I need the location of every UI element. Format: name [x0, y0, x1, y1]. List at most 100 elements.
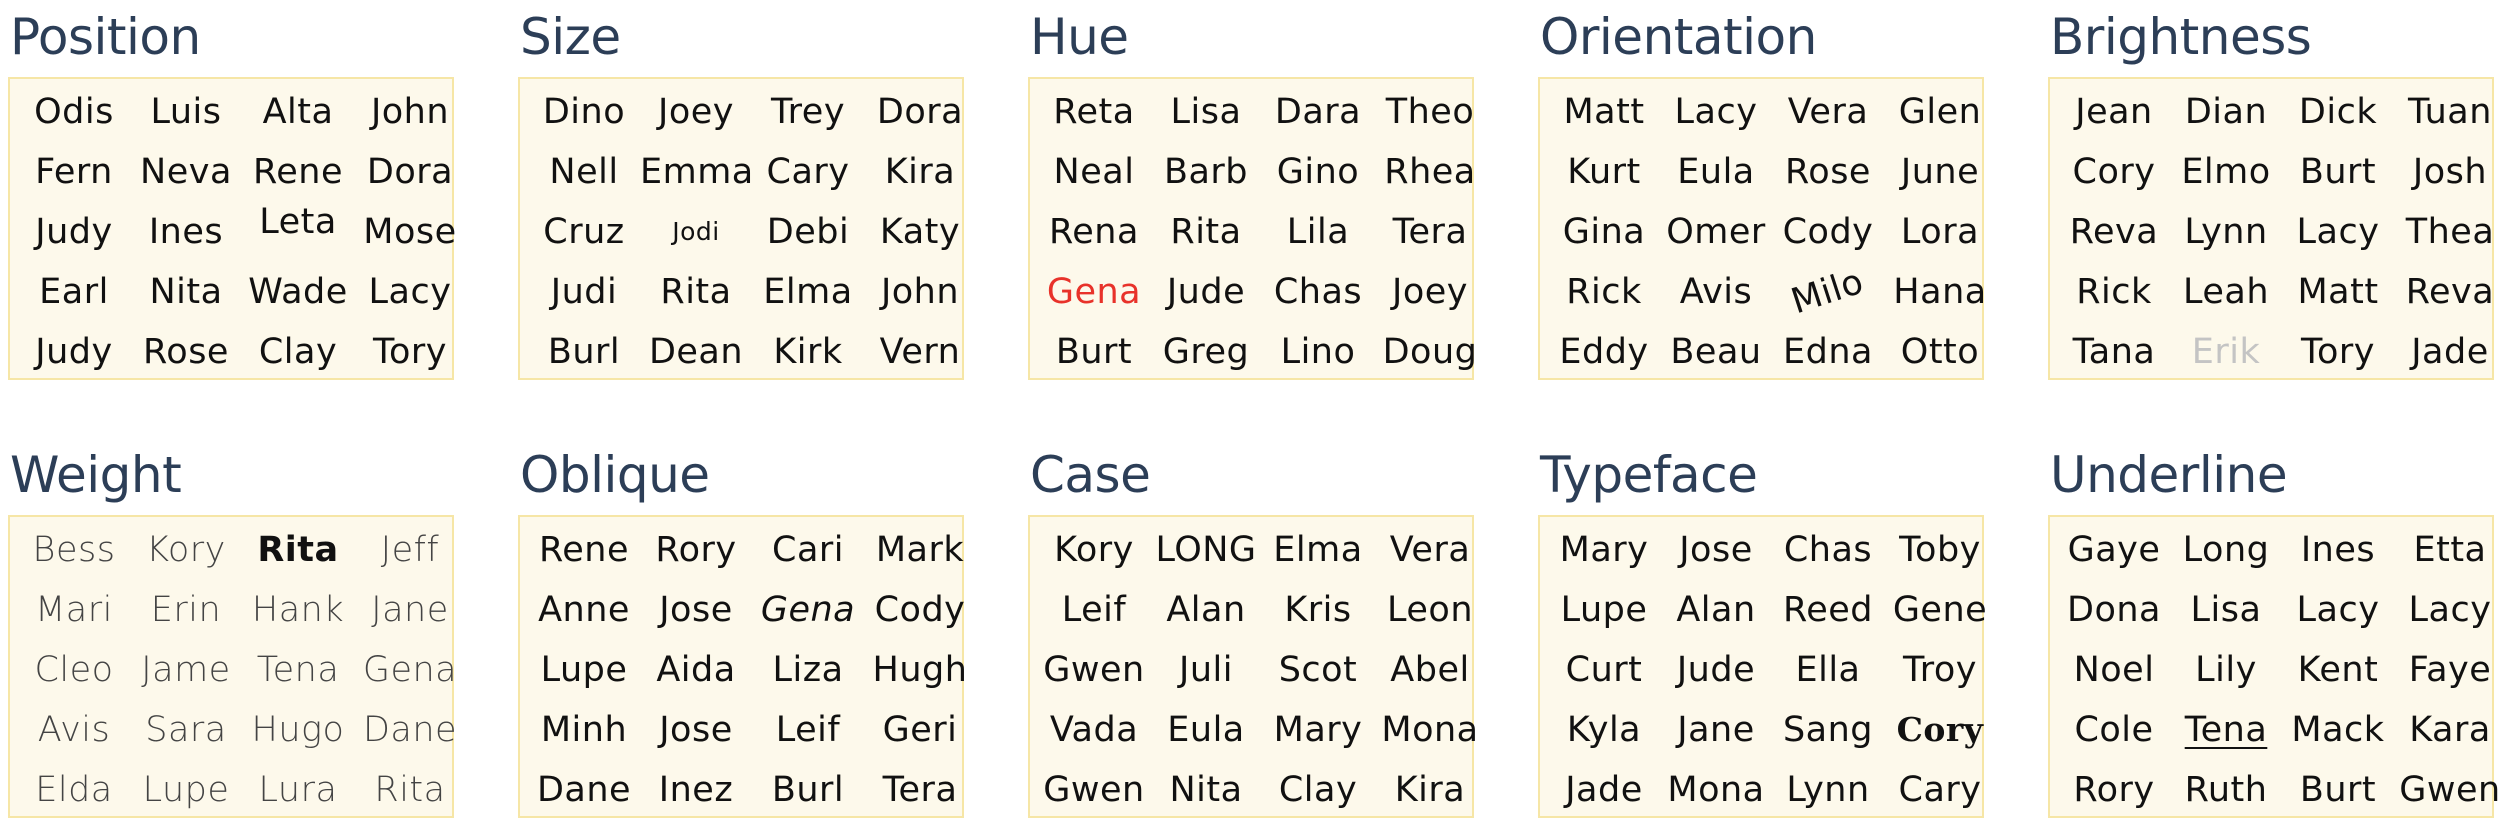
- name-cell: Ines: [130, 202, 242, 262]
- name-text: Debi: [766, 212, 850, 252]
- name-text: Burt: [2299, 152, 2377, 192]
- name-text: Gino: [1276, 152, 1360, 192]
- name-text: Jane: [371, 590, 449, 630]
- name-text: Elda: [35, 770, 113, 810]
- name-cell: Dian: [2170, 82, 2282, 142]
- name-text: Ines: [148, 212, 224, 252]
- name-text: Jeff: [380, 530, 440, 570]
- name-cell: Gina: [1548, 202, 1660, 262]
- name-cell: Judy: [18, 202, 130, 262]
- name-cell: Rory: [640, 520, 752, 580]
- name-text: Lisa: [2190, 590, 2262, 630]
- name-text: Alan: [1676, 590, 1756, 630]
- name-text: Kara: [2409, 710, 2491, 750]
- name-text: Hana: [1893, 272, 1987, 312]
- name-cell: Cary: [1884, 760, 1996, 820]
- name-cell: Lisa: [2170, 580, 2282, 640]
- name-text: Lila: [1286, 212, 1350, 252]
- name-text: Beau: [1670, 332, 1762, 372]
- name-text: Kent: [2297, 650, 2379, 690]
- name-cell: Debi: [752, 202, 864, 262]
- odd-one-out-name: Rita: [242, 520, 354, 580]
- name-cell: Leah: [2170, 262, 2282, 322]
- name-cell: Mary: [1262, 700, 1374, 760]
- name-text: Thea: [2405, 212, 2495, 252]
- name-cell: Tory: [2282, 322, 2394, 382]
- name-text: Rory: [2073, 770, 2155, 810]
- name-text: Ines: [2300, 530, 2376, 570]
- name-cell: Aida: [640, 640, 752, 700]
- name-text: Mose: [363, 212, 457, 252]
- name-text: Rory: [655, 530, 737, 570]
- name-grid: Kory LONG Elma Vera Leif Alan Kris Leon Gwen Juli…: [1028, 515, 1478, 818]
- name-cell: Hugh: [864, 640, 976, 700]
- name-cell: Lacy: [2282, 580, 2394, 640]
- name-text: Juli: [1179, 650, 1233, 690]
- panel-typeface: Typeface Mary Jose Chas Toby Lupe Alan Reed Gene…: [1530, 438, 1988, 828]
- name-text: Burl: [547, 332, 621, 372]
- name-text: Dora: [876, 92, 964, 132]
- panel-title: Size: [520, 8, 621, 66]
- name-text: Cleo: [34, 650, 114, 690]
- name-cell: Jean: [2058, 82, 2170, 142]
- name-cell: Gena: [354, 640, 466, 700]
- name-text: Jean: [2075, 92, 2153, 132]
- name-cell: Joey: [640, 82, 752, 142]
- name-cell: Thea: [2394, 202, 2506, 262]
- name-text: Rita: [257, 530, 339, 570]
- name-cell: Kris: [1262, 580, 1374, 640]
- name-text: Cory: [1896, 710, 1984, 749]
- name-text: Elma: [1273, 530, 1363, 570]
- name-text: Reta: [1053, 92, 1135, 132]
- name-text: Lupe: [142, 770, 230, 810]
- name-text: Joey: [1392, 272, 1468, 312]
- name-text: Rita: [1170, 212, 1242, 252]
- name-cell: John: [354, 82, 466, 142]
- name-text: Gene: [1892, 590, 1988, 630]
- name-cell: Dora: [864, 82, 976, 142]
- name-cell: Jude: [1150, 262, 1262, 322]
- name-cell: Chas: [1262, 262, 1374, 322]
- name-cell: Earl: [18, 262, 130, 322]
- name-text: Theo: [1385, 92, 1475, 132]
- name-cell: Lora: [1884, 202, 1996, 262]
- name-cell: Hana: [1884, 262, 1996, 322]
- name-text: Jude: [1676, 650, 1756, 690]
- name-text: Josh: [2412, 152, 2488, 192]
- panel-title: Oblique: [520, 446, 710, 504]
- name-cell: Leon: [1374, 580, 1486, 640]
- name-text: Leta: [259, 202, 337, 242]
- name-cell: Odis: [18, 82, 130, 142]
- name-text: Gena: [1046, 272, 1142, 312]
- name-text: Jane: [1677, 710, 1755, 750]
- name-text: Lupe: [540, 650, 628, 690]
- name-cell: Joey: [1374, 262, 1486, 322]
- name-cell: Faye: [2394, 640, 2506, 700]
- name-text: Jose: [1679, 530, 1753, 570]
- name-cell: Judy: [18, 322, 130, 382]
- name-text: Elmo: [2181, 152, 2271, 192]
- name-text: Lacy: [2408, 590, 2492, 630]
- name-cell: Reva: [2394, 262, 2506, 322]
- name-text: Geri: [882, 710, 958, 750]
- name-text: LONG: [1155, 530, 1257, 570]
- name-text: Dane: [362, 710, 458, 750]
- name-cell: Mona: [1660, 760, 1772, 820]
- name-cell: Tory: [354, 322, 466, 382]
- name-text: Cari: [772, 530, 844, 570]
- name-text: Dino: [542, 92, 626, 132]
- name-cell: Minh: [528, 700, 640, 760]
- name-text: Rene: [539, 530, 629, 570]
- name-cell: Burt: [1038, 322, 1150, 382]
- name-cell: Kory: [1038, 520, 1150, 580]
- name-text: Avis: [37, 710, 111, 750]
- name-text: Doug: [1382, 332, 1478, 372]
- name-cell: Avis: [18, 700, 130, 760]
- name-cell: Kira: [1374, 760, 1486, 820]
- name-cell: Matt: [1548, 82, 1660, 142]
- name-cell: Abel: [1374, 640, 1486, 700]
- name-text: Reva: [2069, 212, 2159, 252]
- name-cell: Vera: [1772, 82, 1884, 142]
- name-cell: Rita: [354, 760, 466, 820]
- name-text: Cody: [1782, 212, 1874, 252]
